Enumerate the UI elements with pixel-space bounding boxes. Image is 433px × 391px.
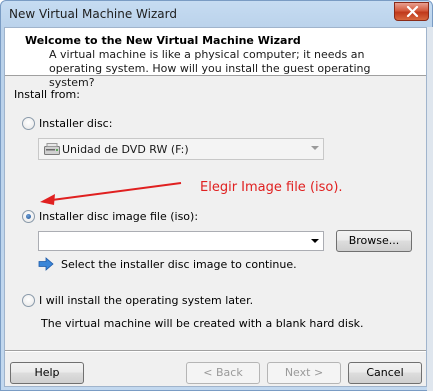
- annotation-arrow: [40, 182, 182, 205]
- arrowhead-icon: [40, 194, 55, 205]
- annotation-text: Elegir Image file (iso).: [200, 180, 343, 195]
